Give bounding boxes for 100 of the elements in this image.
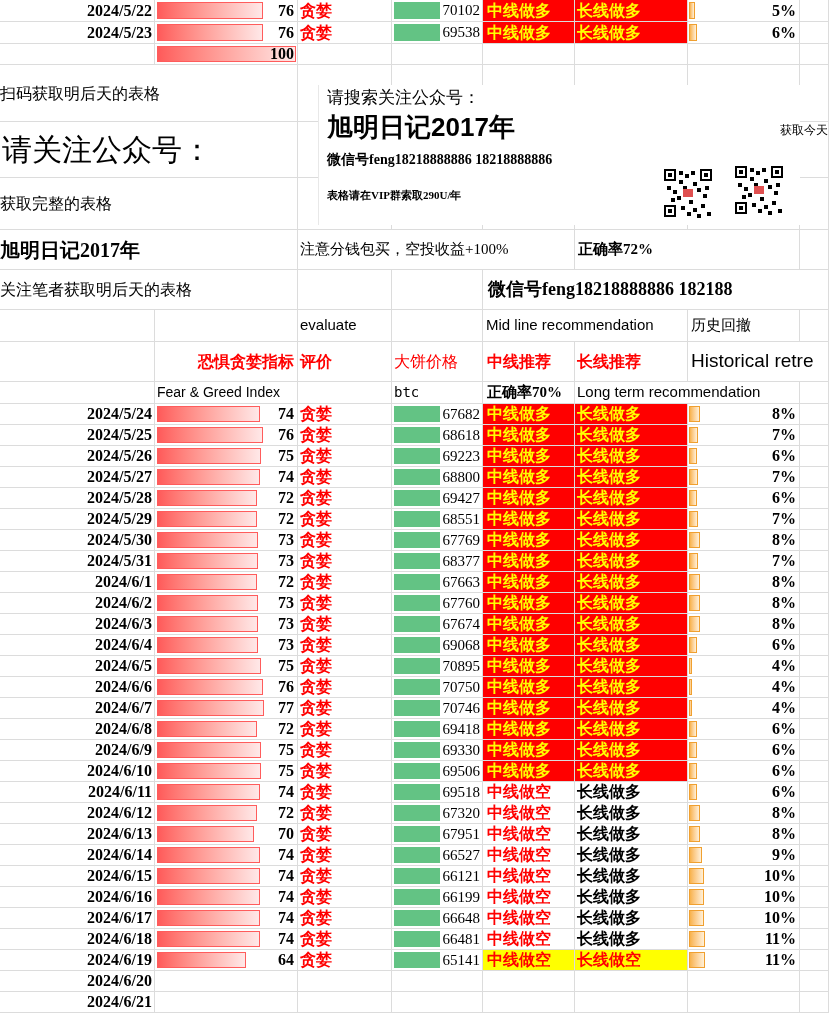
index-value: 76	[278, 425, 294, 445]
date-cell-text: 2024/6/11	[88, 782, 152, 802]
index-value: 64	[278, 950, 294, 970]
long-recommendation: 长线做多	[577, 404, 641, 424]
price-bar	[394, 595, 440, 611]
index-value: 76	[278, 0, 294, 21]
mid-recommendation: 中线做多	[487, 530, 551, 550]
long-recommendation: 长线做多	[577, 467, 641, 487]
price-value: 70895	[442, 656, 480, 676]
column-label: Long term recommendation	[577, 382, 761, 403]
mid-recommendation: 中线做空	[487, 845, 551, 865]
evaluation-cell-text: 贪婪	[300, 656, 332, 677]
evaluation-cell-text: 贪婪	[300, 845, 332, 866]
column-header: Historical retre	[691, 349, 814, 374]
accuracy-text: 正确率72%	[578, 240, 653, 260]
price-bar	[394, 490, 440, 506]
price-bar	[394, 574, 440, 590]
index-value: 74	[278, 404, 294, 424]
mid-recommendation: 中线做多	[487, 509, 551, 529]
evaluation-cell-text: 贪婪	[300, 698, 332, 719]
retracement-value: 8%	[772, 530, 796, 550]
evaluation-cell-text: 贪婪	[300, 593, 332, 614]
long-recommendation: 长线做多	[577, 572, 641, 592]
evaluation-cell-text: 贪婪	[300, 866, 332, 887]
long-recommendation: 长线做多	[577, 803, 641, 823]
price-bar	[394, 784, 440, 800]
evaluation-cell-text: 贪婪	[300, 824, 332, 845]
price-value: 69418	[442, 719, 480, 739]
date-cell-text: 2024/6/9	[95, 740, 152, 760]
price-value: 69506	[442, 761, 480, 781]
retracement-value: 8%	[772, 803, 796, 823]
index-value: 75	[278, 761, 294, 781]
price-value: 67320	[442, 803, 480, 823]
retracement-value: 11%	[764, 929, 796, 949]
mid-recommendation: 中线做空	[487, 824, 551, 844]
date-cell-text: 2024/6/3	[95, 614, 152, 634]
index-value: 73	[278, 551, 294, 571]
long-recommendation: 长线做多	[577, 614, 641, 634]
long-recommendation: 长线做多	[577, 761, 641, 781]
retracement-value: 6%	[772, 761, 796, 781]
mid-recommendation: 中线做多	[487, 593, 551, 613]
price-bar	[394, 24, 440, 41]
retracement-value: 8%	[772, 593, 796, 613]
long-recommendation: 长线做多	[577, 509, 641, 529]
price-bar	[394, 532, 440, 548]
price-value: 66481	[442, 929, 480, 949]
date-cell-text: 2024/5/25	[87, 425, 152, 445]
price-value: 69330	[442, 740, 480, 760]
date-cell-text: 2024/6/17	[87, 908, 152, 928]
retracement-value: 6%	[772, 740, 796, 760]
index-value: 72	[278, 719, 294, 739]
evaluation-cell-text: 贪婪	[300, 719, 332, 740]
date-cell-text: 2024/6/10	[87, 761, 152, 781]
price-bar	[394, 763, 440, 779]
column-header: 评价	[300, 351, 332, 372]
retracement-value: 9%	[772, 845, 796, 865]
evaluation-cell-text: 贪婪	[300, 929, 332, 950]
date-cell-text: 2024/6/21	[87, 992, 152, 1012]
evaluation-cell-text: 贪婪	[300, 782, 332, 803]
column-label: btc	[394, 383, 420, 402]
evaluation-cell-text: 贪婪	[300, 572, 332, 593]
retracement-value: 8%	[772, 572, 796, 592]
date-cell-text: 2024/6/19	[87, 950, 152, 970]
date-cell-text: 2024/5/23	[87, 22, 152, 43]
price-bar	[394, 406, 440, 422]
price-value: 67663	[442, 572, 480, 592]
evaluation-cell-text: 贪婪	[300, 530, 332, 551]
retracement-value: 6%	[772, 488, 796, 508]
price-value: 67760	[442, 593, 480, 613]
long-recommendation: 长线做多	[577, 824, 641, 844]
long-recommendation: 长线做多	[577, 719, 641, 739]
price-bar	[394, 427, 440, 443]
evaluation-cell-text: 贪婪	[300, 551, 332, 572]
mid-recommendation: 中线做多	[487, 761, 551, 781]
empty-cell	[800, 992, 829, 1013]
price-value: 67682	[442, 404, 480, 424]
long-recommendation: 长线做多	[577, 635, 641, 655]
price-bar	[394, 721, 440, 737]
long-recommendation: 长线做多	[577, 656, 641, 676]
index-value: 74	[278, 887, 294, 907]
mid-recommendation: 中线做多	[487, 698, 551, 718]
date-cell-text: 2024/6/7	[95, 698, 152, 718]
evaluation-cell-text: 贪婪	[300, 614, 332, 635]
price-bar	[394, 448, 440, 464]
long-recommendation: 长线做多	[577, 782, 641, 802]
note-text: 扫码获取明后天的表格	[0, 84, 160, 104]
date-cell-text: 2024/6/12	[87, 803, 152, 823]
price-bar	[394, 910, 440, 926]
date-cell-text: 2024/6/8	[95, 719, 152, 739]
long-recommendation: 长线做多	[577, 488, 641, 508]
retracement-value: 6%	[772, 635, 796, 655]
index-value: 74	[278, 845, 294, 865]
date-cell-text: 2024/6/20	[87, 971, 152, 991]
column-header: 中线推荐	[487, 351, 551, 372]
long-recommendation: 长线做多	[577, 698, 641, 718]
index-value: 72	[278, 572, 294, 592]
index-value: 100	[270, 44, 294, 64]
mid-recommendation: 中线做多	[487, 22, 551, 43]
price-bar	[394, 679, 440, 695]
column-label: Fear & Greed Index	[157, 383, 280, 402]
